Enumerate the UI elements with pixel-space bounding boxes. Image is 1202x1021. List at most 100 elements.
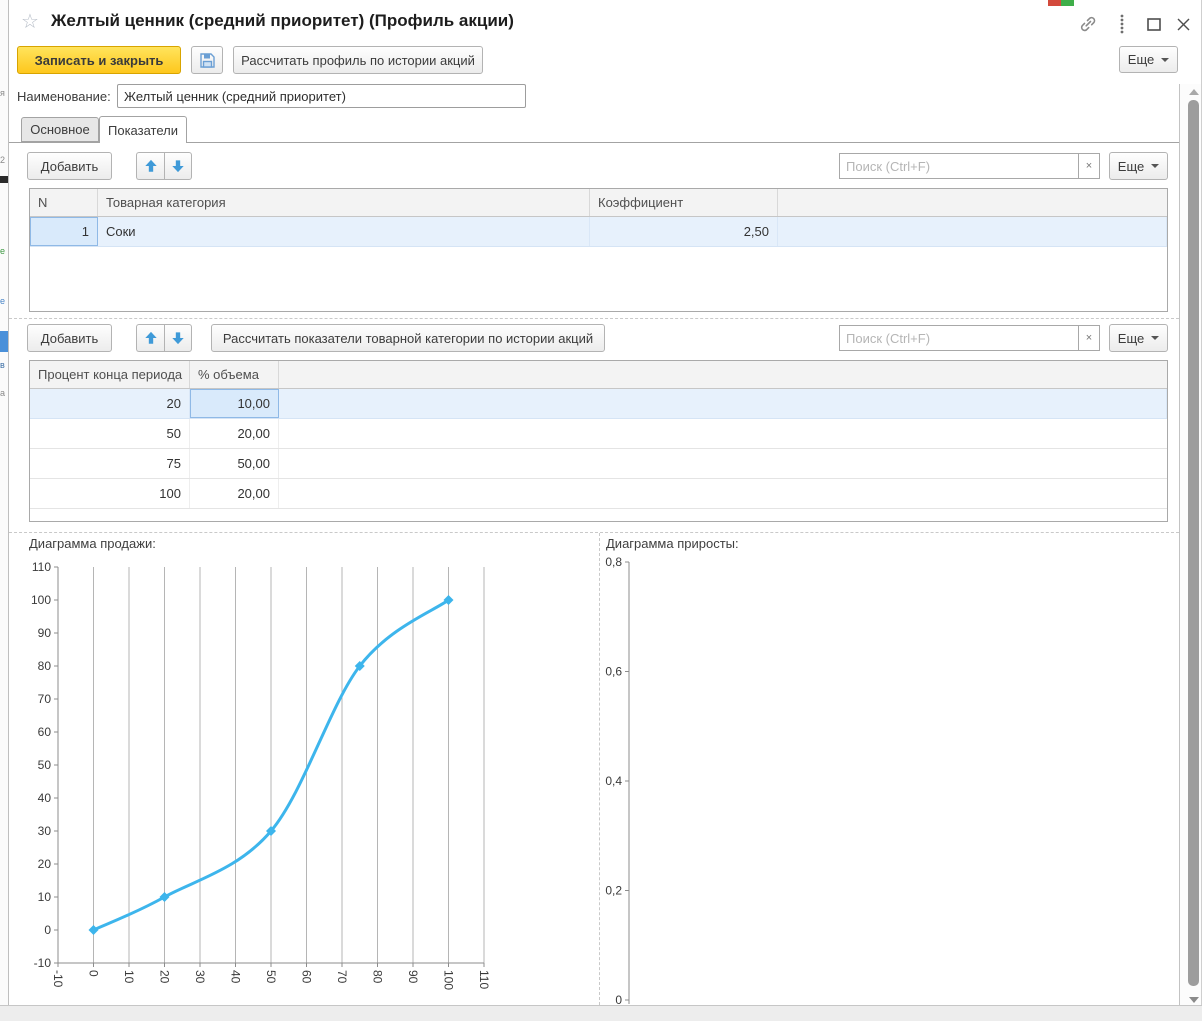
svg-text:0,8: 0,8 <box>605 555 622 569</box>
background-window-fragment: а <box>0 388 5 398</box>
background-window-fragment: в <box>0 360 5 370</box>
svg-text:70: 70 <box>38 692 52 706</box>
cell-period-percent[interactable]: 20 <box>30 389 190 418</box>
background-window-fragment <box>0 176 8 183</box>
svg-text:70: 70 <box>335 970 349 984</box>
link-icon[interactable] <box>1077 13 1099 35</box>
move-up-button[interactable] <box>136 324 164 352</box>
svg-text:10: 10 <box>38 890 52 904</box>
cell-period-percent[interactable]: 100 <box>30 479 190 508</box>
svg-text:0: 0 <box>87 970 101 977</box>
column-header-volume-percent[interactable]: % объема <box>190 361 279 388</box>
table-row[interactable]: 100 20,00 <box>30 479 1167 509</box>
more-label: Еще <box>1128 52 1154 67</box>
kebab-menu-icon[interactable] <box>1111 13 1133 35</box>
cell-row-number[interactable]: 1 <box>30 217 98 246</box>
svg-text:90: 90 <box>38 626 52 640</box>
cell-volume-percent[interactable]: 20,00 <box>190 479 279 508</box>
svg-text:-10: -10 <box>34 956 52 970</box>
save-and-close-label: Записать и закрыть <box>35 53 164 68</box>
move-up-button[interactable] <box>136 152 164 180</box>
svg-text:40: 40 <box>229 970 243 984</box>
cell-blank <box>279 449 1167 478</box>
svg-text:80: 80 <box>371 970 385 984</box>
scrollbar-up-icon[interactable] <box>1189 89 1199 95</box>
background-window-fragment <box>0 331 8 352</box>
volume-more-button[interactable]: Еще <box>1109 324 1168 352</box>
form-more-button[interactable]: Еще <box>1119 46 1178 73</box>
cell-period-percent[interactable]: 50 <box>30 419 190 448</box>
maximize-icon[interactable] <box>1143 13 1165 35</box>
form-window: ☆ Желтый ценник (средний приоритет) (Про… <box>9 0 1202 1005</box>
table-row[interactable]: 1 Соки 2,50 <box>30 217 1167 247</box>
vertical-scrollbar[interactable] <box>1179 84 1202 1005</box>
name-input[interactable] <box>117 84 526 108</box>
scrollbar-down-icon[interactable] <box>1189 997 1199 1003</box>
volume-search-clear-button[interactable]: × <box>1079 325 1100 351</box>
add-label: Добавить <box>41 331 98 346</box>
move-down-button[interactable] <box>164 324 192 352</box>
svg-text:0,6: 0,6 <box>605 665 622 679</box>
arrow-up-icon <box>144 159 158 173</box>
table-row[interactable]: 50 20,00 <box>30 419 1167 449</box>
scrollbar-thumb[interactable] <box>1188 100 1199 986</box>
svg-text:40: 40 <box>38 791 52 805</box>
categories-more-button[interactable]: Еще <box>1109 152 1168 180</box>
screen: я 2 е е в а ☆ Желтый ценник (средний при… <box>0 0 1202 1021</box>
column-header-period-percent[interactable]: Процент конца периода <box>30 361 190 388</box>
categories-search-clear-button[interactable]: × <box>1079 153 1100 179</box>
column-header-category[interactable]: Товарная категория <box>98 189 590 216</box>
svg-text:20: 20 <box>38 857 52 871</box>
svg-text:50: 50 <box>38 758 52 772</box>
volume-search-input[interactable] <box>839 325 1079 351</box>
svg-text:0,2: 0,2 <box>605 884 622 898</box>
name-label: Наименование: <box>17 89 111 104</box>
categories-search-input[interactable] <box>839 153 1079 179</box>
column-header-blank <box>778 189 1167 216</box>
calc-indicators-label: Рассчитать показатели товарной категории… <box>223 331 593 346</box>
column-header-coefficient[interactable]: Коэффициент <box>590 189 778 216</box>
cell-blank <box>279 419 1167 448</box>
background-window-fragment: е <box>0 296 5 306</box>
categories-table-header: N Товарная категория Коэффициент <box>30 189 1167 217</box>
svg-text:90: 90 <box>406 970 420 984</box>
svg-text:0,4: 0,4 <box>605 774 622 788</box>
charts-canvas: -100102030405060708090100110-10010203040… <box>9 533 1179 1005</box>
calc-indicators-button[interactable]: Рассчитать показатели товарной категории… <box>211 324 605 352</box>
column-header-n[interactable]: N <box>30 189 98 216</box>
cell-blank <box>279 389 1167 418</box>
table-row[interactable]: 20 10,00 <box>30 389 1167 419</box>
cell-blank <box>279 479 1167 508</box>
background-logo-fragment <box>1048 0 1061 6</box>
calc-profile-button[interactable]: Рассчитать профиль по истории акций <box>233 46 483 74</box>
svg-text:60: 60 <box>38 725 52 739</box>
cell-volume-percent[interactable]: 10,00 <box>190 389 279 418</box>
cell-volume-percent[interactable]: 50,00 <box>190 449 279 478</box>
cell-coefficient[interactable]: 2,50 <box>590 217 778 246</box>
floppy-icon <box>199 52 216 69</box>
charts-region: Диаграмма продажи: Диаграмма приросты: -… <box>9 533 1179 1005</box>
move-down-button[interactable] <box>164 152 192 180</box>
categories-add-button[interactable]: Добавить <box>27 152 112 180</box>
favorite-star-icon[interactable]: ☆ <box>21 9 39 34</box>
chevron-down-icon <box>1161 58 1169 62</box>
arrow-down-icon <box>171 159 185 173</box>
table-row[interactable]: 75 50,00 <box>30 449 1167 479</box>
background-window-fragment: е <box>0 246 5 256</box>
svg-text:100: 100 <box>442 970 456 990</box>
tab-indicators[interactable]: Показатели <box>99 116 187 143</box>
close-icon[interactable] <box>1172 13 1194 35</box>
cell-category[interactable]: Соки <box>98 217 590 246</box>
svg-text:110: 110 <box>32 560 51 574</box>
save-button[interactable] <box>191 46 223 74</box>
cell-volume-percent[interactable]: 20,00 <box>190 419 279 448</box>
more-label: Еще <box>1118 331 1144 346</box>
more-label: Еще <box>1118 159 1144 174</box>
cell-blank <box>778 217 1167 246</box>
volume-add-button[interactable]: Добавить <box>27 324 112 352</box>
save-and-close-button[interactable]: Записать и закрыть <box>17 46 181 74</box>
calc-profile-label: Рассчитать профиль по истории акций <box>241 53 475 68</box>
background-window-strip: я 2 е е в а <box>0 0 9 1005</box>
tab-main[interactable]: Основное <box>21 117 99 142</box>
cell-period-percent[interactable]: 75 <box>30 449 190 478</box>
